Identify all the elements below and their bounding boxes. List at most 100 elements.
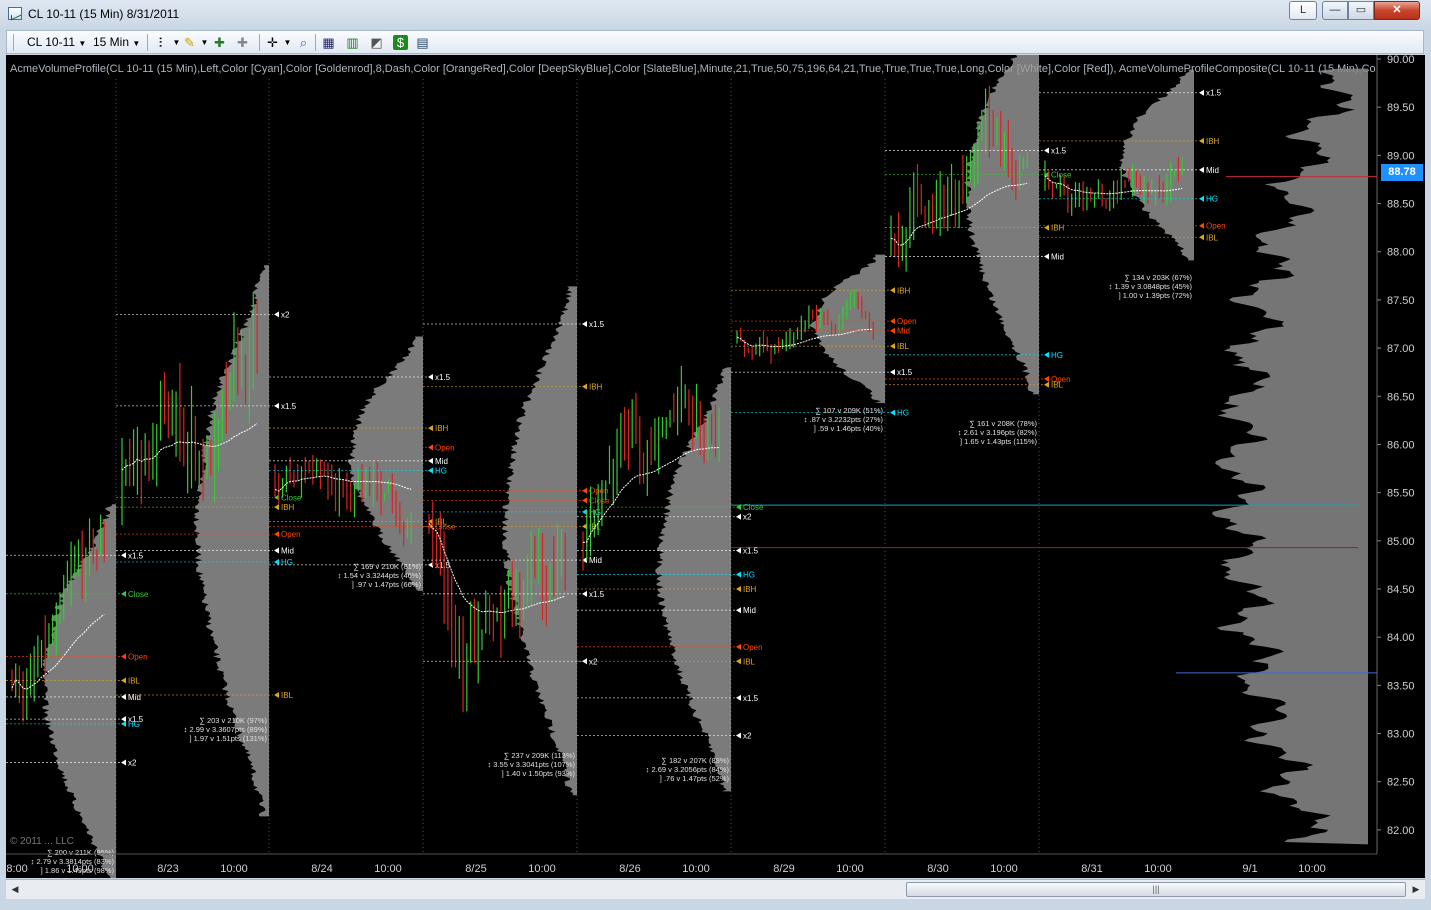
- play-icon: ▷: [1346, 67, 1360, 87]
- level-marker-icon: [1199, 166, 1204, 173]
- time-axis-label: 8/30: [927, 863, 948, 875]
- level-marker-icon: [736, 571, 741, 578]
- level-marker-icon: [1044, 351, 1049, 358]
- level-label: HG: [897, 409, 909, 418]
- level-marker-icon: [274, 531, 279, 538]
- level-marker-icon: [121, 590, 126, 597]
- level-marker-icon: [121, 653, 126, 660]
- price-tick-label: 82.50: [1387, 777, 1415, 789]
- toolbar-separator: [147, 34, 148, 51]
- level-marker-icon: [121, 677, 126, 684]
- indicators-icon[interactable]: ▥: [345, 35, 360, 50]
- level-marker-icon: [121, 759, 126, 766]
- level-marker-icon: [1199, 234, 1204, 241]
- time-axis-label: 8/26: [619, 863, 640, 875]
- price-tick-label: 82.00: [1387, 825, 1415, 837]
- level-label: HG: [1206, 195, 1218, 204]
- price-tick-label: 86.00: [1387, 439, 1415, 451]
- level-label: x2: [128, 758, 137, 767]
- link-button[interactable]: L: [1289, 1, 1317, 20]
- session-volume-profile: [347, 336, 423, 591]
- level-marker-icon: [1044, 253, 1049, 260]
- price-chart[interactable]: AcmeVolumeProfile(CL 10-11 (15 Min),Left…: [6, 55, 1425, 878]
- horizontal-scrollbar[interactable]: ◀ ||| ▶: [6, 879, 1425, 899]
- price-tick-label: 84.50: [1387, 584, 1415, 596]
- session-stats: ↕ 2.61 v 3.196pts (82%): [958, 428, 1038, 437]
- level-label: x1.5: [128, 551, 144, 560]
- strategy-icon[interactable]: ◩: [369, 35, 384, 50]
- level-label: x1.5: [589, 590, 605, 599]
- chart-panel[interactable]: AcmeVolumeProfile(CL 10-11 (15 Min),Left…: [6, 55, 1425, 878]
- session-stats: ∑ 134 v 203K (67%): [1125, 273, 1193, 282]
- data-box-icon[interactable]: ▦: [321, 35, 336, 50]
- zoom-icon[interactable]: ⌕: [296, 35, 311, 50]
- title-bar[interactable]: CL 10-11 (15 Min) 8/31/2011 L — ▭ ✕: [0, 0, 1431, 28]
- level-marker-icon: [1044, 381, 1049, 388]
- chevron-down-icon[interactable]: ▼: [197, 35, 212, 50]
- level-label: IBL: [128, 677, 141, 686]
- level-label: Mid: [281, 546, 294, 555]
- minimize-button[interactable]: —: [1322, 1, 1348, 20]
- level-marker-icon: [1199, 89, 1204, 96]
- scroll-thumb[interactable]: |||: [906, 882, 1406, 897]
- level-marker-icon: [736, 643, 741, 650]
- crosshair-icon[interactable]: ✛: [265, 35, 280, 50]
- instrument-selector[interactable]: CL 10-11 ▼: [27, 35, 86, 49]
- level-marker-icon: [890, 327, 895, 334]
- level-label: Open: [281, 530, 301, 539]
- level-label: x2: [743, 731, 752, 740]
- time-axis-label: 8/24: [311, 863, 332, 875]
- remove-indicator-icon[interactable]: ✚: [235, 35, 250, 50]
- price-tick-label: 85.50: [1387, 488, 1415, 500]
- level-label: Mid: [1206, 166, 1219, 175]
- maximize-button[interactable]: ▭: [1348, 1, 1374, 20]
- level-label: HG: [743, 571, 755, 580]
- level-marker-icon: [121, 552, 126, 559]
- level-marker-icon: [736, 547, 741, 554]
- pencil-draw-icon[interactable]: ✎: [182, 35, 197, 50]
- level-label: IBH: [589, 383, 603, 392]
- session-stats: ∑ 182 v 207K (88%): [662, 756, 730, 765]
- level-label: Mid: [1051, 253, 1064, 262]
- session-stats: ] 1.65 v 1.43pts (115%): [960, 437, 1037, 446]
- level-marker-icon: [736, 658, 741, 665]
- level-marker-icon: [736, 513, 741, 520]
- level-label: Mid: [743, 606, 756, 615]
- properties-icon[interactable]: ▤: [415, 35, 430, 50]
- level-marker-icon: [736, 694, 741, 701]
- scroll-left-icon[interactable]: ◀: [8, 882, 22, 897]
- level-label: IBL: [281, 691, 294, 700]
- level-label: x2: [743, 513, 752, 522]
- level-marker-icon: [1044, 375, 1049, 382]
- level-marker-icon: [274, 504, 279, 511]
- close-button[interactable]: ✕: [1374, 1, 1420, 20]
- interval-selector[interactable]: 15 Min ▼: [93, 35, 140, 49]
- window-title: CL 10-11 (15 Min) 8/31/2011: [28, 7, 180, 21]
- time-axis-label: 10:00: [528, 863, 556, 875]
- level-marker-icon: [121, 720, 126, 727]
- price-tick-label: 86.50: [1387, 391, 1415, 403]
- level-label: Mid: [128, 693, 141, 702]
- dollar-icon[interactable]: $: [393, 35, 408, 50]
- bar-type-icon[interactable]: ⫶: [153, 35, 168, 50]
- time-axis-label: 10:00: [374, 863, 402, 875]
- level-label: x1.5: [281, 402, 297, 411]
- instrument-label: CL 10-11: [27, 35, 76, 49]
- level-label: Mid: [589, 556, 602, 565]
- level-marker-icon: [890, 318, 895, 325]
- level-marker-icon: [736, 732, 741, 739]
- session-stats: ] .59 v 1.46pts (40%): [814, 424, 884, 433]
- price-tick-label: 89.00: [1387, 150, 1415, 162]
- level-label: HG: [281, 558, 293, 567]
- level-label: Close: [435, 522, 456, 531]
- scroll-right-icon[interactable]: ▶: [1409, 882, 1423, 897]
- add-indicator-icon[interactable]: ✚: [212, 35, 227, 50]
- level-label: Close: [128, 590, 149, 599]
- chevron-down-icon[interactable]: ▼: [280, 35, 295, 50]
- interval-label: 15 Min: [93, 35, 130, 49]
- level-label: Close: [743, 503, 764, 512]
- level-label: x1.5: [1051, 147, 1067, 156]
- level-label: IBH: [1206, 137, 1220, 146]
- level-marker-icon: [121, 716, 126, 723]
- session-stats: ∑ 237 v 209K (113%): [504, 751, 576, 760]
